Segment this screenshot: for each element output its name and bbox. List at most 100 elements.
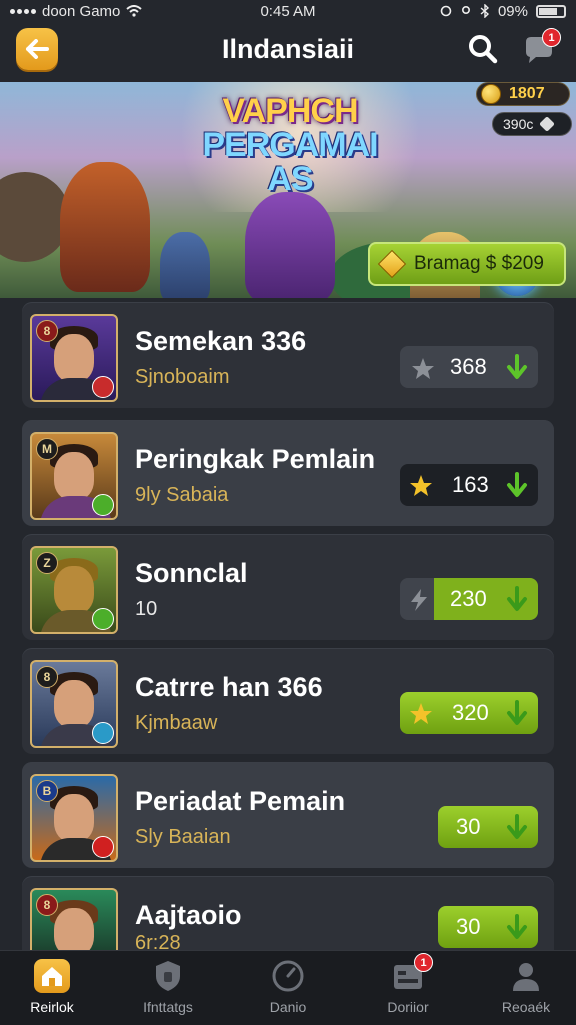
coin-counter[interactable]: 1807: [476, 82, 570, 106]
list-item[interactable]: 8 Aajtaoio 6r:28 30: [22, 876, 554, 958]
avatar: B: [30, 774, 118, 862]
arrow-down-icon: [507, 814, 527, 839]
player-name: Peringkak Pemlain: [135, 444, 376, 474]
score-pill[interactable]: 320: [400, 692, 538, 734]
avatar-face: [54, 566, 94, 614]
rank-badge: Z: [36, 552, 58, 574]
score-value: 163: [452, 472, 489, 497]
player-name: Aajtaoio: [135, 900, 242, 930]
element-badge: [92, 608, 114, 630]
rank-badge: B: [36, 780, 58, 802]
gem-amount: 390c: [503, 116, 534, 132]
nav-item-dashboard[interactable]: 1 Doriior: [358, 953, 458, 1015]
battery-icon: [536, 4, 566, 18]
player-name: Periadat Pemain: [135, 786, 346, 816]
avatar-face: [54, 908, 94, 956]
score-value: 30: [456, 914, 481, 939]
score-pill[interactable]: 163: [400, 464, 538, 506]
buy-button[interactable]: Bramag $ $209: [368, 242, 566, 286]
clock-icon: [270, 959, 306, 993]
nav-label-dashboard: Doriior: [387, 999, 429, 1015]
avatar: 8: [30, 888, 118, 958]
user-icon: [508, 959, 544, 993]
shield-icon: [150, 959, 186, 993]
banner-title: VAPHCH PERGAMAI AS: [190, 94, 390, 196]
list-item[interactable]: 8 Semekan 336 Sjnoboaim 368: [22, 302, 554, 408]
nav-item-game[interactable]: Danio: [238, 959, 338, 1015]
list-item[interactable]: Z Sonnclal 10 230: [22, 534, 554, 640]
buy-label: Bramag $ $209: [414, 253, 544, 274]
search-icon: [469, 35, 498, 64]
avatar-face: [54, 680, 94, 728]
home-icon: [34, 959, 70, 993]
rank-badge: 8: [36, 894, 58, 916]
nav-item-profile[interactable]: Reoaék: [476, 959, 576, 1015]
avatar: 8: [30, 314, 118, 402]
banner-hero-sorceress: [245, 192, 335, 298]
element-badge: [92, 494, 114, 516]
clock: 0:45 AM: [260, 2, 316, 20]
banner-title-line2: PERGAMAI AS: [202, 126, 378, 198]
nav-label-profile: Reoaék: [501, 999, 551, 1015]
banner-title-line1: VAPHCH: [222, 92, 358, 130]
avatar-face: [54, 334, 94, 382]
bolt-icon: [411, 589, 427, 611]
score-value: 230: [450, 586, 487, 611]
list-item[interactable]: 8 Catrre han 366 Kjmbaaw 320: [22, 648, 554, 754]
player-subtitle: Sly Baaian: [135, 826, 231, 848]
avatar: 8: [30, 660, 118, 748]
avatar: M: [30, 432, 118, 520]
chat-badge: 1: [542, 28, 561, 47]
rank-badge: M: [36, 438, 58, 460]
home-glyph: [42, 967, 62, 986]
shield-glyph: [156, 961, 180, 991]
player-subtitle: 9ly Sabaia: [135, 484, 229, 506]
arrow-down-icon: [507, 914, 527, 939]
player-subtitle: Kjmbaaw: [135, 712, 218, 734]
header: Ilndansiaii 1: [0, 22, 576, 80]
player-subtitle: Sjnoboaim: [135, 366, 230, 388]
list-item[interactable]: B Periadat Pemain Sly Baaian 30: [22, 762, 554, 868]
banner-hero-mage: [160, 232, 210, 298]
search-button[interactable]: [466, 32, 500, 66]
score-value: 368: [450, 354, 487, 379]
star-icon: [410, 703, 432, 724]
avatar: Z: [30, 546, 118, 634]
rank-badge: 8: [36, 666, 58, 688]
score-pill[interactable]: 30: [438, 806, 538, 848]
coin-icon: [481, 84, 501, 104]
player-name: Semekan 336: [135, 326, 307, 356]
rank-badge: 8: [36, 320, 58, 342]
avatar-face: [54, 794, 94, 842]
status-bar: doon Gamo 0:45 AM 09%: [0, 0, 576, 22]
chat-button[interactable]: 1: [522, 28, 561, 66]
nav-label-game: Danio: [269, 999, 307, 1015]
nav-item-home[interactable]: Reirlok: [2, 959, 102, 1015]
player-name: Sonnclal: [135, 558, 248, 588]
nav-label-rankings: Ifnttatgs: [143, 999, 193, 1015]
arrow-down-icon: [507, 472, 527, 497]
clock-glyph: [272, 960, 304, 992]
star-icon: [410, 475, 432, 496]
star-icon: [412, 358, 434, 379]
gem-counter[interactable]: 390c: [492, 112, 572, 136]
score-pill[interactable]: 230: [400, 578, 538, 620]
arrow-down-icon: [507, 700, 527, 725]
score-pill[interactable]: 368: [400, 346, 538, 388]
user-glyph: [513, 963, 539, 991]
coin-amount: 1807: [509, 85, 545, 102]
avatar-face: [54, 452, 94, 500]
bottom-nav: Reirlok Ifnttatgs Danio 1 Doriior Reoaék: [0, 950, 576, 1025]
score-value: 30: [456, 814, 481, 839]
list-item[interactable]: M Peringkak Pemlain 9ly Sabaia 163: [22, 420, 554, 526]
nav-badge: 1: [414, 953, 433, 972]
element-badge: [92, 836, 114, 858]
gem-icon: [539, 116, 556, 132]
player-name: Catrre han 366: [135, 672, 323, 702]
arrow-down-icon: [507, 354, 527, 379]
nav-item-rankings[interactable]: Ifnttatgs: [118, 959, 218, 1015]
board-icon: 1: [390, 953, 433, 993]
banner-hero-warrior: [60, 162, 150, 292]
score-value: 320: [452, 700, 489, 725]
score-pill[interactable]: 30: [438, 906, 538, 948]
